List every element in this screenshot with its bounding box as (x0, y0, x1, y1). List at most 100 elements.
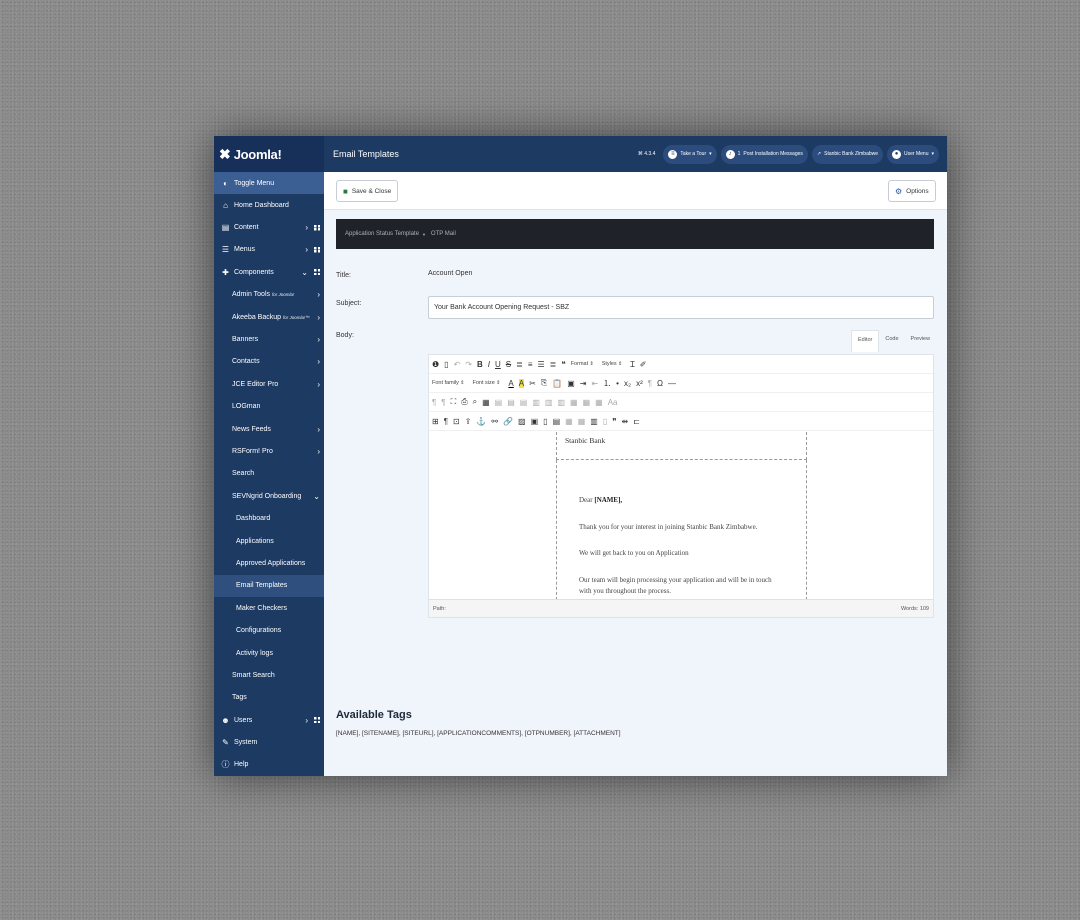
sidebar-item-email-templates[interactable]: Email Templates (214, 574, 324, 598)
row-after-icon[interactable]: ▤ (507, 398, 515, 407)
row-delete-icon[interactable]: ▤ (520, 398, 528, 407)
sidebar-item-admin-tools[interactable]: Admin Tools for Joomla! › (214, 284, 324, 306)
sidebar-item-logman[interactable]: LOGman (214, 396, 324, 418)
style-props-icon[interactable]: ▦ (565, 417, 573, 426)
template-icon[interactable]: ▤ (553, 417, 561, 426)
sidebar-item-users[interactable]: ☻ Users › (214, 709, 324, 731)
align-right-icon[interactable]: ≣ (550, 360, 557, 369)
attributes-icon[interactable]: ▦ (578, 417, 586, 426)
fullscreen-icon[interactable]: ⛶ (451, 397, 457, 407)
chevron-right-icon[interactable]: › (317, 380, 320, 389)
sidebar-item-configurations[interactable]: Configurations (214, 619, 324, 641)
align-justify-icon[interactable]: ≣ (516, 360, 523, 369)
rtl-icon[interactable]: ¶ (441, 398, 445, 407)
new-document-icon[interactable]: ▯ (444, 360, 448, 369)
chevron-right-icon[interactable]: › (317, 335, 320, 344)
abbr-icon[interactable]: ▯ (603, 417, 607, 426)
ltr-icon[interactable]: ¶ (432, 398, 436, 407)
cut-icon[interactable]: ✂ (529, 379, 536, 388)
sidebar-item-akeeba[interactable]: Akeeba Backup for Joomla!™ › (214, 306, 324, 328)
anchor-icon[interactable]: ⚓ (476, 417, 486, 426)
chevron-right-icon[interactable]: › (305, 716, 308, 725)
merge-cells-icon[interactable]: ▦ (583, 398, 591, 407)
source-icon[interactable]: ⊏ (633, 417, 640, 426)
charmap-icon[interactable]: ¶ (648, 379, 652, 388)
dashboard-grid-icon[interactable] (314, 717, 320, 724)
help-icon[interactable]: ❶ (432, 360, 439, 369)
image-icon[interactable]: ▨ (518, 417, 526, 426)
chevron-right-icon[interactable]: › (317, 313, 320, 322)
chevron-down-icon[interactable]: ⌄ (313, 492, 320, 501)
sidebar-item-maker-checkers[interactable]: Maker Checkers (214, 597, 324, 619)
tab-code[interactable]: Code (879, 330, 904, 352)
search-icon[interactable]: ⌕ (473, 397, 477, 407)
text-case-icon[interactable]: Aa (608, 398, 618, 407)
font-size-select[interactable]: Font size (473, 380, 501, 386)
caret-down-icon[interactable]: ▼ (422, 232, 426, 237)
sidebar-item-content[interactable]: ▤ Content › (214, 216, 324, 238)
subscript-icon[interactable]: x₂ (624, 379, 631, 388)
show-blocks-icon[interactable]: ¶ (444, 417, 448, 426)
sidebar-item-dashboard[interactable]: Dashboard (214, 507, 324, 529)
tab-preview[interactable]: Preview (905, 330, 937, 352)
columns-icon[interactable]: ▥ (590, 417, 598, 426)
col-before-icon[interactable]: ▥ (532, 398, 540, 407)
subject-input[interactable]: Your Bank Account Opening Request - SBZ (428, 296, 934, 319)
chevron-right-icon[interactable]: › (317, 447, 320, 456)
split-cells-icon[interactable]: ▦ (570, 398, 578, 407)
outdent-icon[interactable]: ⇤ (591, 379, 598, 388)
sidebar-item-activity-logs[interactable]: Activity logs (214, 642, 324, 664)
col-delete-icon[interactable]: ▥ (557, 398, 565, 407)
sidebar-item-newsfeeds[interactable]: News Feeds › (214, 418, 324, 440)
blockquote-icon[interactable]: ❝ (561, 360, 565, 369)
sidebar-item-applications[interactable]: Applications (214, 530, 324, 552)
paste-icon[interactable]: 📋 (552, 379, 562, 388)
chevron-right-icon[interactable]: › (317, 425, 320, 434)
page-break-icon[interactable]: ⇹ (622, 417, 629, 426)
italic-icon[interactable]: I (488, 360, 490, 369)
sidebar-item-menus[interactable]: ☰ Menus › (214, 239, 324, 261)
chevron-right-icon[interactable]: › (317, 290, 320, 299)
chevron-right-icon[interactable]: › (305, 245, 308, 254)
text-color-icon[interactable]: A (508, 379, 513, 388)
strikethrough-icon[interactable]: S (506, 360, 511, 369)
indent-icon[interactable]: ⇥ (580, 379, 587, 388)
tab-editor[interactable]: Editor (851, 330, 880, 352)
clear-format-icon[interactable]: Ɪ (630, 359, 634, 370)
cite-icon[interactable]: ❞ (612, 417, 616, 426)
underline-icon[interactable]: U (495, 360, 501, 369)
sidebar-item-components[interactable]: ✚ Components ⌄ (214, 261, 324, 283)
sidebar-item-help[interactable]: ⓘ Help (214, 754, 324, 776)
align-center-icon[interactable]: ≡ (528, 360, 533, 369)
sidebar-item-banners[interactable]: Banners › (214, 328, 324, 350)
brand-logo[interactable]: ✖ Joomla! (214, 136, 324, 172)
tab-otp-mail[interactable]: OTP Mail (431, 231, 456, 237)
sidebar-item-approved-applications[interactable]: Approved Applications (214, 552, 324, 574)
sidebar-item-smart-search[interactable]: Smart Search (214, 664, 324, 686)
align-left-icon[interactable]: ☰ (538, 360, 545, 369)
dashboard-grid-icon[interactable] (314, 246, 320, 253)
chevron-right-icon[interactable]: › (305, 223, 308, 232)
undo-icon[interactable]: ↶ (454, 360, 461, 369)
sidebar-item-jce[interactable]: JCE Editor Pro › (214, 373, 324, 395)
styles-select[interactable]: Styles (602, 361, 623, 367)
redo-icon[interactable]: ↷ (465, 360, 472, 369)
dashboard-grid-icon[interactable] (314, 224, 320, 231)
post-install-button[interactable]: ♪ 1 Post Installation Messages (720, 144, 808, 164)
paste-text-icon[interactable]: ▣ (567, 379, 575, 388)
nonbreaking-icon[interactable]: ⊡ (453, 417, 460, 426)
take-tour-button[interactable]: ≡ Take a Tour ▾ (663, 144, 717, 164)
save-close-button[interactable]: ■ Save & Close (336, 180, 399, 202)
cell-props-icon[interactable]: ▦ (595, 398, 603, 407)
sidebar-item-contacts[interactable]: Contacts › (214, 351, 324, 373)
horizontal-rule-icon[interactable]: — (668, 379, 676, 388)
sidebar-item-rsform[interactable]: RSForm! Pro › (214, 440, 324, 462)
bullet-list-icon[interactable]: • (616, 379, 619, 388)
omega-icon[interactable]: Ω (657, 379, 663, 388)
highlight-color-icon[interactable]: A (518, 378, 525, 388)
sidebar-item-home[interactable]: ⌂ Home Dashboard (214, 194, 324, 216)
site-link-button[interactable]: ↗ Stanbic Bank Zimbabwe (811, 144, 884, 164)
font-family-select[interactable]: Font family (432, 380, 465, 386)
media-icon[interactable]: ▣ (531, 417, 539, 426)
sidebar-item-tags[interactable]: Tags (214, 687, 324, 709)
